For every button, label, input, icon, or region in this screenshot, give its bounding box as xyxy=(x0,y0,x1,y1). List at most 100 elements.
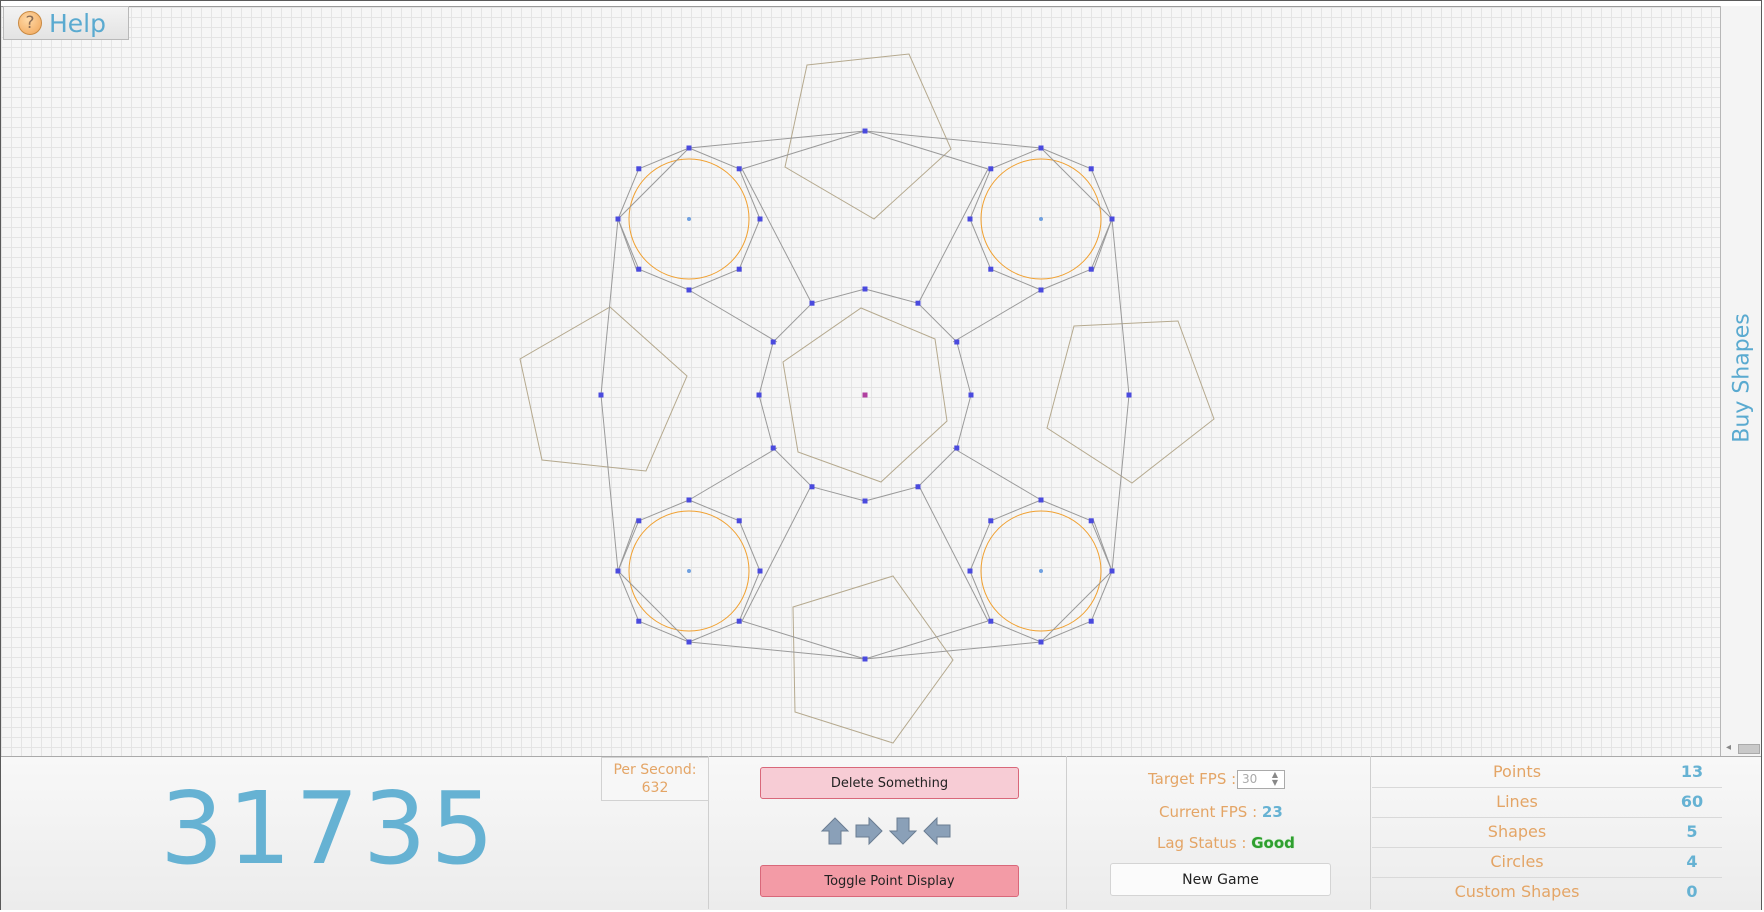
connection-line xyxy=(990,620,1042,643)
connection-line xyxy=(1040,268,1092,291)
connection-line xyxy=(688,147,740,170)
help-button[interactable]: ? Help xyxy=(3,6,129,40)
network-point[interactable] xyxy=(686,639,692,645)
connection-line xyxy=(617,147,690,220)
network-point[interactable] xyxy=(615,216,621,222)
network-point[interactable] xyxy=(988,266,994,272)
connection-line xyxy=(688,499,740,522)
network-point[interactable] xyxy=(1088,518,1094,524)
stat-label: Circles xyxy=(1490,852,1544,871)
network-point[interactable] xyxy=(1038,287,1044,293)
connection-line xyxy=(990,499,1042,522)
network-point[interactable] xyxy=(1109,568,1115,574)
network-point[interactable] xyxy=(1038,497,1044,503)
new-game-button[interactable]: New Game xyxy=(1110,863,1331,896)
network-point[interactable] xyxy=(1109,216,1115,222)
network-point[interactable] xyxy=(636,166,642,172)
network-point[interactable] xyxy=(1038,145,1044,151)
buy-shapes-button[interactable]: Buy Shapes xyxy=(1730,313,1755,442)
network-point[interactable] xyxy=(862,498,868,504)
delete-something-button[interactable]: Delete Something xyxy=(760,767,1019,799)
network-point[interactable] xyxy=(967,216,973,222)
network-point[interactable] xyxy=(636,518,642,524)
network-point[interactable] xyxy=(988,518,994,524)
connection-line xyxy=(617,570,640,622)
network-point[interactable] xyxy=(736,166,742,172)
connection-line xyxy=(864,486,919,502)
network-point[interactable] xyxy=(809,484,815,490)
connection-line xyxy=(952,289,1042,343)
network-point[interactable] xyxy=(757,216,763,222)
network-point[interactable] xyxy=(954,445,960,451)
network-point[interactable] xyxy=(770,339,776,345)
connection-line xyxy=(638,620,690,643)
network-point[interactable] xyxy=(1038,639,1044,645)
network-point[interactable] xyxy=(1088,166,1094,172)
connection-line xyxy=(969,570,992,622)
network-point[interactable] xyxy=(862,392,868,398)
network-point[interactable] xyxy=(736,618,742,624)
network-point[interactable] xyxy=(915,300,921,306)
network-point[interactable] xyxy=(968,392,974,398)
score-counter: 31735 xyxy=(160,770,499,887)
network-point[interactable] xyxy=(862,656,868,662)
connection-line xyxy=(688,620,740,643)
network-point[interactable] xyxy=(988,166,994,172)
arrow-up-icon[interactable] xyxy=(820,816,850,846)
network-point[interactable] xyxy=(862,128,868,134)
connection-line xyxy=(738,168,761,220)
per-second-box: Per Second: 632 xyxy=(601,757,709,801)
network-point[interactable] xyxy=(862,286,868,292)
network-point[interactable] xyxy=(686,145,692,151)
network-point[interactable] xyxy=(988,618,994,624)
circle-center xyxy=(687,217,691,221)
network-point[interactable] xyxy=(967,568,973,574)
network-point[interactable] xyxy=(915,484,921,490)
current-fps-row: Current FPS : 23 xyxy=(1159,803,1283,821)
network-point[interactable] xyxy=(1088,618,1094,624)
pentagon-shape xyxy=(519,306,688,472)
network-point[interactable] xyxy=(686,287,692,293)
current-fps-value: 23 xyxy=(1261,803,1283,821)
network-point[interactable] xyxy=(1088,266,1094,272)
scrollbar-thumb[interactable] xyxy=(1738,744,1760,754)
network-point[interactable] xyxy=(954,339,960,345)
connection-line xyxy=(1111,218,1130,396)
network-point[interactable] xyxy=(809,300,815,306)
lag-status-row: Lag Status : Good xyxy=(1157,834,1295,852)
network-point[interactable] xyxy=(736,518,742,524)
network-point[interactable] xyxy=(756,392,762,398)
connection-line xyxy=(617,570,690,643)
arrow-down-icon[interactable] xyxy=(888,816,918,846)
connection-line xyxy=(1111,394,1130,572)
network-point[interactable] xyxy=(770,445,776,451)
stat-label: Custom Shapes xyxy=(1454,882,1580,901)
arrow-left-icon[interactable] xyxy=(922,816,952,846)
network-point[interactable] xyxy=(736,266,742,272)
connection-line xyxy=(956,341,972,396)
network-point[interactable] xyxy=(686,497,692,503)
network-point[interactable] xyxy=(636,266,642,272)
network-point[interactable] xyxy=(636,618,642,624)
connection-line xyxy=(738,218,761,270)
network-point[interactable] xyxy=(598,392,604,398)
shape-network[interactable] xyxy=(1,7,1720,757)
current-fps-label: Current FPS : xyxy=(1159,803,1258,821)
network-point[interactable] xyxy=(615,568,621,574)
toggle-point-display-button[interactable]: Toggle Point Display xyxy=(760,865,1019,897)
connection-line xyxy=(688,289,778,343)
network-point[interactable] xyxy=(1126,392,1132,398)
connection-line xyxy=(917,302,958,343)
scroll-left-icon[interactable]: ◂ xyxy=(1726,742,1731,753)
connection-line xyxy=(1092,518,1113,572)
connection-line xyxy=(688,268,740,291)
connection-line xyxy=(617,168,640,220)
network-point[interactable] xyxy=(757,568,763,574)
game-canvas[interactable] xyxy=(1,6,1720,757)
connection-line xyxy=(600,394,619,572)
stat-row-shapes: Shapes 5 xyxy=(1372,817,1722,848)
connection-line xyxy=(1040,570,1113,643)
fps-spinner-icon[interactable]: ▲ ▼ xyxy=(1268,771,1282,788)
connection-line xyxy=(811,288,866,304)
arrow-right-icon[interactable] xyxy=(854,816,884,846)
